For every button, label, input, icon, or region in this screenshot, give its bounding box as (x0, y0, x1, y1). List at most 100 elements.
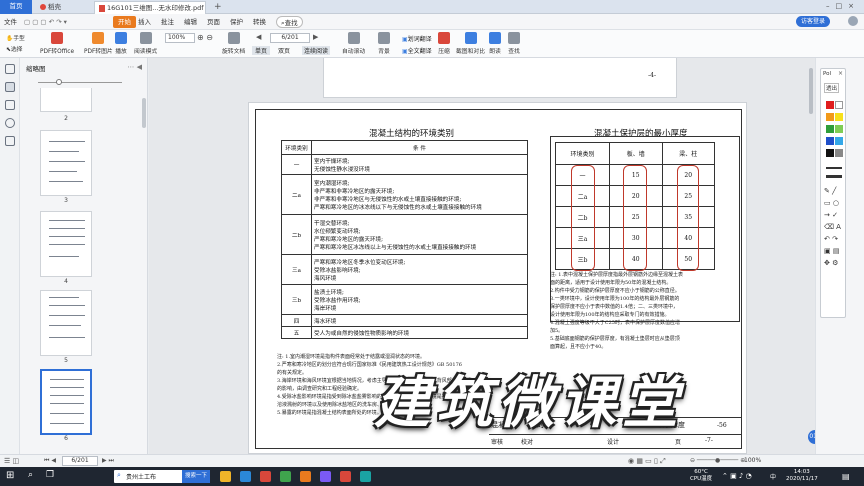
tray-icons[interactable]: ⌃ ▣ ♪ ◔ (722, 472, 752, 480)
select-tool[interactable]: ⬉选择 (6, 44, 22, 53)
zoom-out-icon[interactable]: ⊖ (206, 33, 213, 42)
zoom-input[interactable]: 100% (165, 33, 195, 43)
bookmark-icon[interactable] (5, 64, 15, 74)
tab-daoke[interactable]: 稻壳 (36, 1, 91, 14)
menu-open[interactable]: 开始 (113, 16, 136, 28)
maximize-icon[interactable]: □ (836, 2, 849, 10)
minimize-icon[interactable]: – (826, 2, 836, 10)
color-green-swatch[interactable] (826, 125, 834, 133)
view-mode-icons[interactable]: ◉ ▦ ▭ ▯ ⤢ (628, 457, 666, 466)
line-width-thin[interactable] (826, 167, 842, 169)
taskbar-search-button[interactable]: 搜索一下 (181, 470, 210, 483)
eraser-icon[interactable]: ⌫ A (824, 221, 844, 233)
color-red-swatch[interactable] (826, 101, 834, 109)
close-window-icon[interactable]: × (848, 2, 860, 10)
app-icon[interactable] (300, 471, 311, 482)
edge-icon[interactable] (240, 471, 251, 482)
next-page-icon[interactable]: ▶ ⏭ (102, 457, 114, 465)
prev-page-icon[interactable]: ◀ (51, 457, 56, 464)
word-translate-button[interactable]: ▣划词翻译 (402, 34, 432, 43)
line-width-medium[interactable] (826, 175, 842, 178)
menu-file[interactable]: 文件 (4, 16, 17, 28)
color-yellow-swatch[interactable] (835, 113, 843, 121)
layers-icon[interactable] (5, 136, 15, 146)
continuous-button[interactable]: 连续阅读 (302, 46, 331, 55)
move-icon[interactable]: ✥ ⚙ (824, 257, 844, 269)
menu-annotate[interactable]: 批注 (161, 16, 174, 28)
notification-icon[interactable]: ▤ (842, 472, 850, 481)
full-translate-button[interactable]: ▣全文翻译 (402, 46, 432, 55)
pen-icon[interactable]: ✎ ╱ (824, 185, 844, 197)
attachment-icon[interactable] (5, 118, 15, 128)
menu-edit[interactable]: 编辑 (184, 16, 197, 28)
page-thumbnail[interactable] (40, 211, 92, 277)
viewer-scrollbar[interactable] (809, 68, 813, 114)
app-icon[interactable] (360, 471, 371, 482)
single-page-button[interactable]: 单页 (252, 46, 271, 55)
color-white-swatch[interactable] (835, 101, 843, 109)
clock[interactable]: 14:03 2020/11/17 (786, 469, 818, 483)
pdf-to-image-button[interactable]: PDF转图片 (84, 32, 113, 55)
color-lightblue-swatch[interactable] (835, 137, 843, 145)
pdf-to-office-button[interactable]: PDF转Office (40, 32, 74, 55)
wps-icon[interactable] (260, 471, 271, 482)
close-icon[interactable]: × (838, 70, 843, 77)
search-icon[interactable]: ⌕ (28, 470, 33, 480)
screenshot-button[interactable]: 截图和对比 (456, 32, 485, 55)
play-button[interactable]: 播放 (115, 32, 127, 55)
login-button[interactable]: 访客登录 (795, 16, 830, 27)
file-explorer-icon[interactable] (220, 471, 231, 482)
page-thumbnail[interactable] (40, 88, 92, 112)
thumbnail-scrollbar[interactable] (142, 98, 146, 128)
read-aloud-button[interactable]: 朗读 (489, 32, 501, 55)
auto-scroll-button[interactable]: 自动滚动 (342, 32, 365, 55)
tab-pdf-document[interactable]: 16G101三维图...无水印修改.pdf× (94, 1, 206, 14)
prev-page-icon[interactable]: ◀ (256, 33, 261, 41)
find-button[interactable]: 查找 (508, 32, 520, 55)
windows-start-icon[interactable]: ⊞ (6, 470, 14, 481)
menu-page[interactable]: 页面 (207, 16, 220, 28)
zoom-in-icon[interactable]: ⊕ (197, 33, 204, 42)
menu-protect[interactable]: 保护 (230, 16, 243, 28)
task-view-icon[interactable]: ❐ (46, 470, 54, 480)
comment-icon[interactable] (5, 100, 15, 110)
read-mode-button[interactable]: 阅读模式 (134, 32, 157, 55)
taskbar-search-box[interactable]: ⌕ 贵州土工布 搜索一下 (114, 470, 210, 483)
tab-home[interactable]: 首页 (0, 0, 32, 14)
undo-icon[interactable]: ↶ ↷ (824, 233, 844, 245)
color-blue-swatch[interactable] (826, 137, 834, 145)
first-page-icon[interactable]: ⏮ (44, 457, 49, 464)
status-page-input[interactable]: 6/201 (62, 456, 98, 466)
page-thumbnail-current[interactable] (40, 369, 92, 435)
color-black-swatch[interactable] (826, 149, 834, 157)
app-icon[interactable] (280, 471, 291, 482)
transparent-button[interactable]: 透出 (824, 83, 840, 93)
app-icon[interactable] (340, 471, 351, 482)
menu-convert[interactable]: 转换 (253, 16, 266, 28)
menu-insert[interactable]: 插入 (138, 16, 151, 28)
thumbnail-size-slider[interactable] (28, 78, 134, 86)
next-page-icon[interactable]: ▶ (313, 33, 318, 41)
zoom-slider[interactable]: ⊖ ─────●───── ⊕ (690, 457, 745, 464)
thumbnail-icon[interactable] (5, 82, 15, 92)
ime-indicator[interactable]: 中 (770, 472, 776, 481)
color-lightgreen-swatch[interactable] (835, 125, 843, 133)
compress-button[interactable]: 压缩 (438, 32, 450, 55)
page-thumbnail[interactable] (40, 290, 92, 356)
double-page-button[interactable]: 双页 (278, 46, 290, 55)
menu-quick-tools[interactable]: ▢ ▢ ▢ ↶ ↷ ▾ (24, 16, 67, 28)
rectangle-icon[interactable]: ▭ ○ (824, 197, 844, 209)
new-tab-button[interactable]: + (210, 1, 222, 14)
color-gray-swatch[interactable] (835, 149, 843, 157)
save-icon[interactable]: ▣ ▤ (824, 245, 844, 257)
menu-search[interactable]: ⌕查找 (276, 16, 303, 28)
arrow-icon[interactable]: → ✓ (824, 209, 844, 221)
app-icon[interactable] (320, 471, 331, 482)
hand-tool[interactable]: ✋手型 (6, 33, 25, 42)
panel-options-icon[interactable]: ⋯ ◀ (127, 63, 142, 71)
background-button[interactable]: 背景 (378, 32, 390, 55)
page-thumbnail[interactable] (40, 130, 92, 196)
sidebar-toggle-icon[interactable]: ☰ ◫ (4, 457, 19, 465)
avatar[interactable] (848, 16, 858, 26)
color-orange-swatch[interactable] (826, 113, 834, 121)
